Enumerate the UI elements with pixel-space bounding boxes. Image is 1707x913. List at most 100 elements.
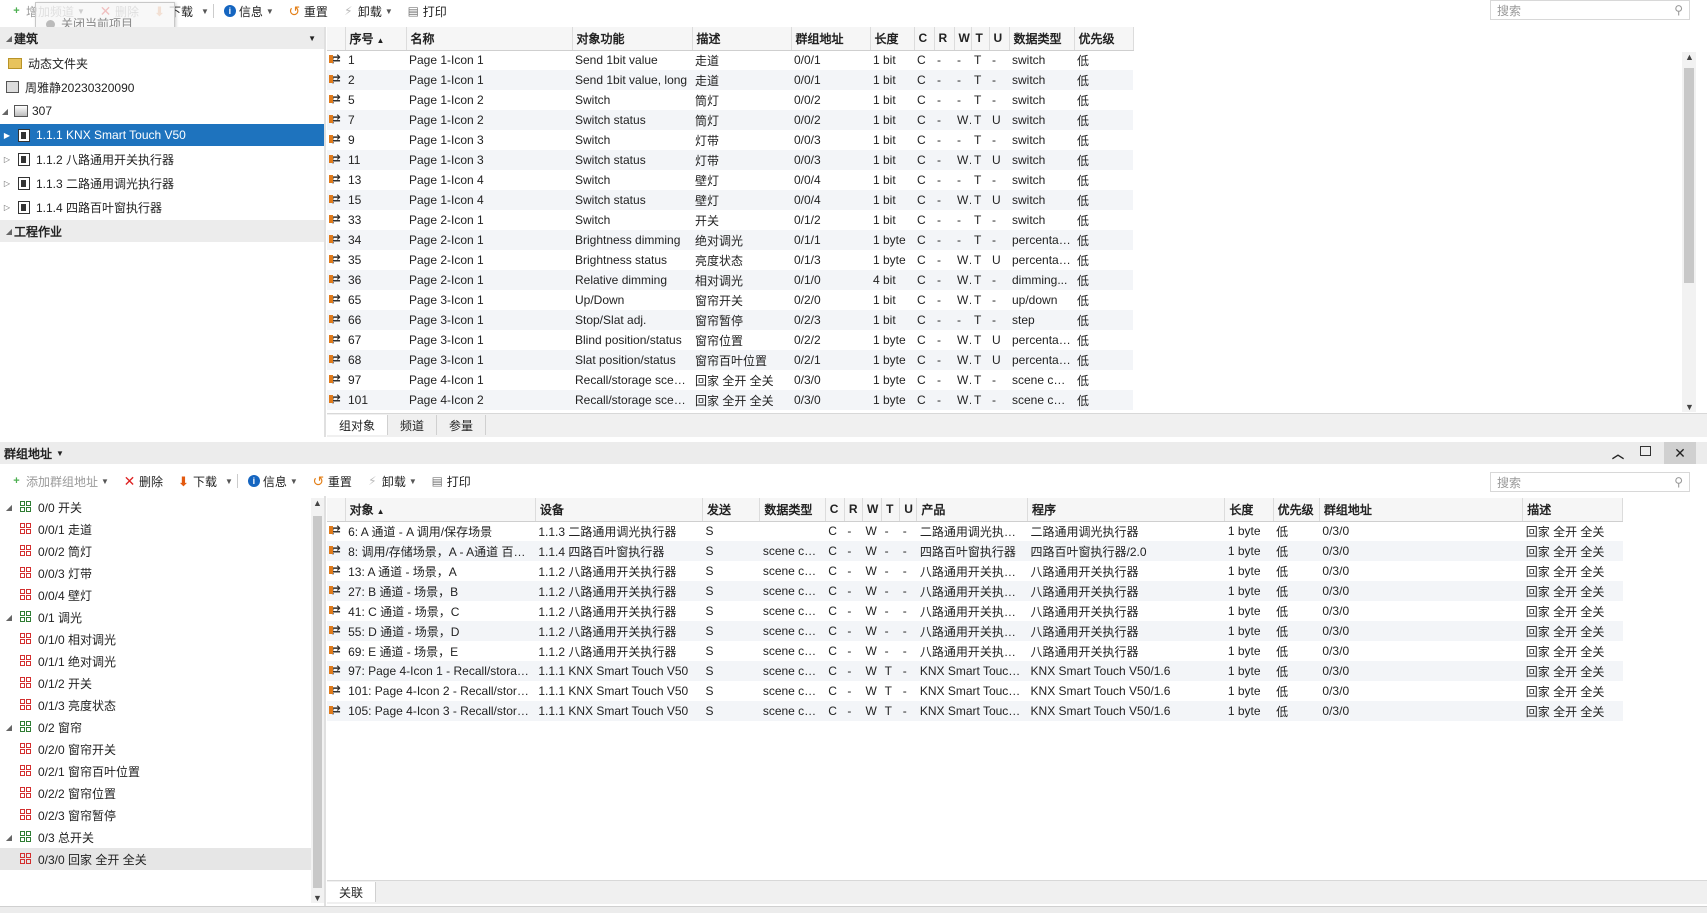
unload-button[interactable]: ⚡ 卸载 ▼ [336,1,399,21]
column-header[interactable]: T [971,27,990,51]
column-header[interactable]: 设备 [535,498,703,522]
add-group-address-button[interactable]: + 添加群组地址 ▼ [4,471,115,491]
tab-parameters[interactable]: 参量 [437,415,487,435]
project-tasks-header[interactable]: ◢ 工程作业 [0,220,324,242]
column-header[interactable]: 对象 ▲ [345,498,536,522]
column-header[interactable]: 长度 [870,27,915,51]
print-button[interactable]: ▤ 打印 [401,1,453,21]
table-row[interactable]: 9Page 1-Icon 3Switch灯带0/0/31 bitC--T-swi… [327,130,1133,150]
tree-item-main-group[interactable]: ◢ 0/3 总开关 [0,826,312,848]
table-row[interactable]: 2Page 1-Icon 1Send 1bit value, long走道0/0… [327,70,1133,90]
column-header[interactable]: 长度 [1224,498,1274,522]
column-header[interactable]: 序号 ▲ [345,27,407,51]
close-icon[interactable]: ✕ [1664,442,1696,464]
column-header[interactable]: 优先级 [1074,27,1134,51]
vertical-splitter[interactable] [324,496,326,906]
column-header[interactable]: 产品 [916,498,1029,522]
column-header[interactable]: 群组地址 [791,27,871,51]
table-row[interactable]: 68Page 3-Icon 1Slat position/status窗帘百叶位… [327,350,1133,370]
tree-item-group-address[interactable]: 0/1/0 相对调光 [0,628,312,650]
table-row[interactable]: 7Page 1-Icon 2Switch status筒灯0/0/21 bitC… [327,110,1133,130]
tree-item-group-address[interactable]: 0/2/1 窗帘百叶位置 [0,760,312,782]
table-row[interactable]: 97 Page 4-Icon 1 Recall/storage scene...回家… [327,370,1133,390]
tree-item-device-1-1-4[interactable]: ▷ 1.1.4 四路百叶窗执行器 [0,196,324,218]
column-header[interactable]: 数据类型 [759,498,826,522]
tree-item-main-group[interactable]: ◢ 0/2 窗帘 [0,716,312,738]
table-row[interactable]: 6: A 通道 - A 调用/保存场景1.1.3 二路通用调光执行器SC-W--… [327,521,1623,541]
tree-item-device-1-1-3[interactable]: ▷ 1.1.3 二路通用调光执行器 [0,172,324,194]
unload-button[interactable]: ⚡ 卸载 ▼ [360,471,423,491]
delete-button[interactable]: ✕删除 [117,471,169,491]
column-header[interactable]: 数据类型 [1009,27,1075,51]
tree-item-group-address[interactable]: 0/1/2 开关 [0,672,312,694]
table-row[interactable]: 13: A 通道 - 场景，A 1.1.2 八路通用开关执行器 Sscene con… [327,561,1623,581]
table-row[interactable]: 55: D 通道 - 场景，D1.1.2 八路通用开关执行器Sscene con… [327,621,1623,641]
column-header[interactable]: C [825,498,845,522]
tree-item-group-address[interactable]: 0/2/2 窗帘位置 [0,782,312,804]
tree-item-group-address[interactable]: 0/3/0 回家 全开 全关 [0,848,312,870]
table-row[interactable]: 101: Page 4-Icon 2 - Recall/storag...1.1… [327,681,1623,701]
reset-button[interactable]: ↺ 重置 [282,1,334,21]
scrollbar-thumb[interactable] [1684,68,1694,283]
table-row[interactable]: 1 Page 1-Icon 1 Send 1bit value 走道 0/0/1 1 bi… [327,50,1133,70]
tree-item-dynamic-folder[interactable]: 动态文件夹 [0,52,324,74]
objects-vertical-scrollbar[interactable]: ▲ ▼ [1682,52,1696,412]
tree-item-main-group[interactable]: ◢ 0/0 开关 [0,496,312,518]
top-search-input[interactable]: 搜索 ⚲ [1490,0,1690,20]
column-header[interactable]: 名称 [406,27,573,51]
tree-item-group-address[interactable]: 0/1/1 绝对调光 [0,650,312,672]
column-header[interactable]: W [954,27,972,51]
tree-item-device-1-1-1[interactable]: ▶ 1.1.1 KNX Smart Touch V50 [0,124,324,146]
column-header[interactable]: 描述 [692,27,792,51]
group-address-panel-header[interactable]: 群组地址 ▼ ︿ ✕ [0,442,1707,464]
table-row[interactable]: 15Page 1-Icon 4Switch status壁灯0/0/41 bit… [327,190,1133,210]
column-header[interactable]: 发送 [702,498,761,522]
table-row[interactable]: 34Page 2-Icon 1Brightness dimming绝对调光0/1… [327,230,1133,250]
table-row[interactable]: 105: Page 4-Icon 3 - Recall/storag...1.1… [327,701,1623,721]
tree-item-group-address[interactable]: 0/0/1 走道 [0,518,312,540]
column-header[interactable]: W [862,498,883,522]
tab-group-objects[interactable]: 组对象 [327,415,389,435]
table-row[interactable]: 97: Page 4-Icon 1 - Recall/storage...1.1… [327,661,1623,681]
column-header[interactable]: R [844,498,863,522]
tree-item-group-address[interactable]: 0/0/2 筒灯 [0,540,312,562]
tree-item-room-307[interactable]: ◢ 307 [0,100,324,122]
table-row[interactable]: 11Page 1-Icon 3Switch status灯带0/0/31 bit… [327,150,1133,170]
column-header[interactable]: U [989,27,1010,51]
table-row[interactable]: 33Page 2-Icon 1Switch开关0/1/21 bitC--T-sw… [327,210,1133,230]
reset-button[interactable]: ↺ 重置 [306,471,358,491]
chevron-down-icon[interactable]: ▼ [308,34,316,43]
table-row[interactable]: 66Page 3-Icon 1Stop/Slat adj.窗帘暂停0/2/31 … [327,310,1133,330]
table-row[interactable]: 69: E 通道 - 场景，E 1.1.2 八路通用开关执行器 Sscene con… [327,641,1623,661]
collapse-up-icon[interactable]: ︿ [1612,445,1624,462]
scroll-down-arrow-icon[interactable]: ▼ [313,893,322,903]
scroll-down-arrow-icon[interactable]: ▼ [1685,402,1694,412]
column-header[interactable]: R [934,27,955,51]
column-header[interactable]: 对象功能 [572,27,693,51]
table-row[interactable]: 101Page 4-Icon 2Recall/storage scene...回… [327,390,1133,410]
column-header[interactable]: T [881,498,901,522]
column-header[interactable]: C [914,27,935,51]
tree-item-project[interactable]: 周雅静20230320090 [0,76,324,98]
info-button[interactable]: i 信息 ▼ [218,1,280,21]
download-dropdown-icon[interactable]: ▼ [225,477,233,486]
table-row[interactable]: 35 Page 2-Icon 1 Brightness status 亮度状态 0/1/… [327,250,1133,270]
table-row[interactable]: 13Page 1-Icon 4Switch壁灯0/0/41 bitC--T-sw… [327,170,1133,190]
table-row[interactable]: 65Page 3-Icon 1Up/Down窗帘开关0/2/01 bitC-WT… [327,290,1133,310]
table-row[interactable]: 41: C 通道 - 场景，C 1.1.2 八路通用开关执行器 Sscene con… [327,601,1623,621]
tree-item-group-address[interactable]: 0/2/0 窗帘开关 [0,738,312,760]
download-dropdown-icon[interactable]: ▼ [201,7,209,16]
table-row[interactable]: 5Page 1-Icon 2Switch筒灯0/0/21 bitC--T-swi… [327,90,1133,110]
building-panel-header[interactable]: ◢ 建筑 ▼ [0,27,324,49]
table-row[interactable]: 36Page 2-Icon 1Relative dimming相对调光0/1/0… [327,270,1133,290]
tree-item-group-address[interactable]: 0/0/4 壁灯 [0,584,312,606]
tree-item-group-address[interactable]: 0/1/3 亮度状态 [0,694,312,716]
tab-channels[interactable]: 频道 [388,415,438,435]
print-button[interactable]: ▤ 打印 [425,471,477,491]
info-button[interactable]: i 信息 ▼ [242,471,304,491]
tree-item-group-address[interactable]: 0/2/3 窗帘暂停 [0,804,312,826]
maximize-icon[interactable] [1640,446,1651,456]
scrollbar-thumb[interactable] [313,516,322,888]
table-row[interactable]: 8: 调用/存储场景，A - A通道 百叶...1.1.4 四路百叶窗执行器Ss… [327,541,1623,561]
chevron-down-icon[interactable]: ▼ [56,449,64,458]
